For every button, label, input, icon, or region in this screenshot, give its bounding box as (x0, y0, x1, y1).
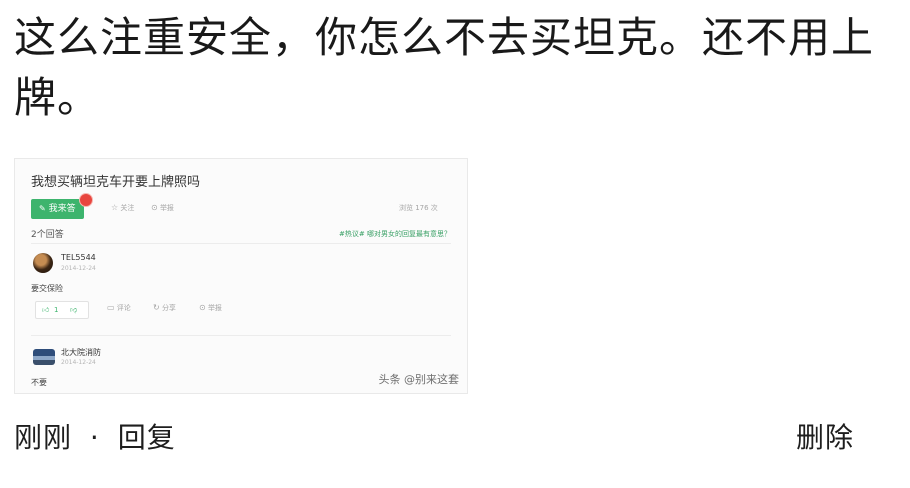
answer-button[interactable]: ✎ 我来答 (31, 199, 84, 219)
share-button[interactable]: ↻ 分享 (153, 303, 176, 313)
answer-user-name[interactable]: 北大院消防 (61, 347, 101, 358)
report-icon: ⊙ (199, 303, 206, 312)
delete-button[interactable]: 删除 (796, 416, 854, 456)
divider (31, 243, 451, 244)
comment-text: 这么注重安全，你怎么不去买坦克。还不用上牌。 (14, 13, 875, 122)
report-label: 举报 (159, 204, 174, 212)
hot-topic-link[interactable]: #热议# 哪对男女的回复最有意思？ (339, 229, 451, 239)
question-title: 我想买辆坦克车开要上牌照吗 (31, 175, 201, 190)
comment-time: 刚刚 (14, 421, 73, 454)
answer-date: 2014-12-24 (61, 359, 96, 366)
star-icon: ☆ (111, 203, 119, 212)
answer-text: 要交保险 (31, 284, 63, 293)
question-action-bar: ✎ 我来答 ☆ 关注 ⊙ 举报 浏览 176 次 (31, 193, 451, 219)
edit-icon: ✎ (39, 204, 46, 213)
avatar[interactable] (33, 349, 55, 365)
share-label: 分享 (161, 304, 176, 312)
share-icon: ↻ (153, 303, 160, 312)
watermark: 头条 @别来这套 (378, 373, 460, 386)
thumb-up-icon[interactable]: 👍︎ (42, 302, 49, 318)
follow-label: 关注 (120, 204, 135, 212)
embedded-screenshot[interactable]: 我想买辆坦克车开要上牌照吗 ✎ 我来答 ☆ 关注 ⊙ 举报 浏览 176 次 2… (14, 158, 468, 394)
report-icon: ⊙ (151, 203, 158, 212)
follow-link[interactable]: ☆ 关注 (111, 203, 134, 213)
comment-button[interactable]: ▭ 评论 (107, 303, 131, 313)
vote-box[interactable]: 👍︎ 1 👎︎ (35, 301, 89, 319)
thumb-down-icon[interactable]: 👎︎ (70, 302, 77, 318)
comment-icon: ▭ (107, 303, 115, 312)
answer-button-label: 我来答 (48, 204, 76, 214)
answer-count: 2个回答 (31, 230, 64, 240)
divider (31, 335, 451, 336)
separator-dot: · (89, 421, 100, 454)
upvote-count: 1 (54, 306, 59, 314)
comment-label: 评论 (116, 304, 131, 312)
views-count: 浏览 176 次 (399, 204, 438, 212)
reply-button[interactable]: 回复 (118, 421, 176, 454)
report-link[interactable]: ⊙ 举报 (151, 203, 174, 213)
answer-user-name[interactable]: TEL5544 (61, 253, 96, 262)
answer-text: 不要 (31, 378, 47, 387)
answer-report-button[interactable]: ⊙ 举报 (199, 303, 222, 313)
comment-meta: 刚刚 · 回复 (14, 416, 176, 456)
red-envelope-icon (79, 193, 93, 207)
answer-report-label: 举报 (207, 304, 222, 312)
avatar[interactable] (33, 253, 53, 273)
answer-date: 2014-12-24 (61, 265, 96, 272)
answer-action-bar: 👍︎ 1 👎︎ ▭ 评论 ↻ 分享 ⊙ 举报 (31, 301, 451, 319)
